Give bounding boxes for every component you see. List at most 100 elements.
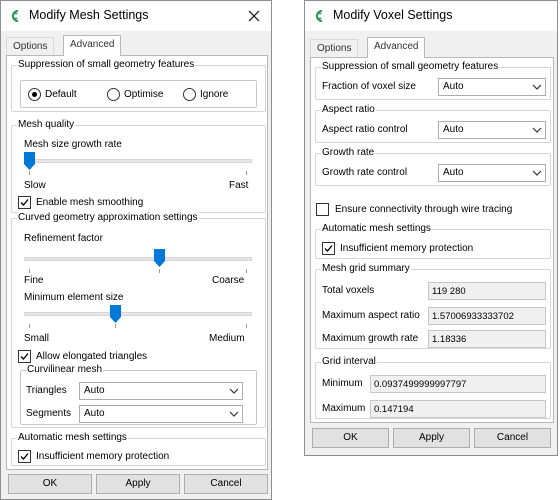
segments-dropdown[interactable]: Auto [79,405,243,423]
aspect-control-dropdown[interactable]: Auto [438,121,546,139]
curved-geometry-group: Curved geometry approximation settings R… [11,212,266,428]
apply-button[interactable]: Apply [96,474,180,494]
tab-advanced[interactable]: Advanced [367,37,426,58]
growth-min-label: Slow [24,180,46,191]
suppression-options-box: Default Optimise Ignore [20,80,257,108]
mesh-quality-title: Mesh quality [17,119,76,130]
dialog-title: Modify Mesh Settings [29,8,149,22]
chevron-down-icon [229,411,239,417]
insufficient-memory-checkbox[interactable] [322,242,335,255]
radio-optimise[interactable] [107,88,120,101]
min-element-slider-track[interactable] [24,312,252,316]
growth-rate-tick-max [246,171,247,175]
smoothing-label: Enable mesh smoothing [36,197,144,208]
max-aspect-value: 1.57006933333702 [432,311,514,322]
elongated-label: Allow elongated triangles [36,351,148,362]
max-growth-value: 1.18336 [432,334,467,345]
min-element-min-label: Small [24,333,50,344]
modify-mesh-settings-dialog: Modify Mesh Settings Options Advanced Su… [0,0,272,500]
cancel-button[interactable]: Cancel [474,428,551,448]
chevron-down-icon [532,84,542,90]
insufficient-memory-label: Insufficient memory protection [340,243,474,254]
radio-default[interactable] [28,88,41,101]
grid-interval-title: Grid interval [321,356,377,367]
close-icon[interactable] [243,5,265,27]
refinement-min-label: Fine [24,275,44,286]
growth-rate-slider-thumb[interactable] [24,152,35,170]
app-icon [315,9,323,23]
refinement-tick-min [29,269,30,273]
minimum-value: 0.0937499999997797 [374,379,467,390]
cancel-button[interactable]: Cancel [184,474,268,494]
refinement-tick-mid [159,269,160,273]
growth-control-value: Auto [443,167,464,178]
titlebar: Modify Voxel Settings [305,1,557,31]
refinement-slider-thumb[interactable] [154,249,165,267]
tab-options[interactable]: Options [310,39,359,58]
auto-mesh-group: Automatic mesh settings Insufficient mem… [315,223,551,259]
auto-mesh-group: Automatic mesh settings Insufficient mem… [11,432,266,466]
min-element-slider-thumb[interactable] [110,305,121,323]
tab-advanced[interactable]: Advanced [63,35,122,56]
insufficient-memory-checkbox[interactable] [18,450,31,463]
fraction-dropdown[interactable]: Auto [438,78,546,96]
maximum-field: 0.147194 [370,400,546,418]
min-element-tick-mid [115,324,116,328]
growth-rate-group: Growth rate Growth rate control Auto [315,147,551,186]
total-voxels-label: Total voxels [322,285,375,296]
triangles-value: Auto [84,385,105,396]
max-growth-field: 1.18336 [428,330,546,348]
ok-button[interactable]: OK [312,428,389,448]
elongated-checkbox[interactable] [18,350,31,363]
app-icon [11,9,19,23]
suppression-title: Suppression of small geometry features [17,59,196,70]
suppression-group: Suppression of small geometry features D… [11,59,266,112]
aspect-control-value: Auto [443,124,464,135]
growth-control-label: Growth rate control [322,167,408,178]
mesh-grid-summary-group: Mesh grid summary Total voxels 119 280 M… [315,263,551,349]
growth-rate-tick-min [29,171,30,175]
min-element-tick-max [246,324,247,328]
growth-control-dropdown[interactable]: Auto [438,164,546,182]
tab-options[interactable]: Options [6,37,55,56]
total-voxels-field: 119 280 [428,282,546,300]
max-growth-label: Maximum growth rate [322,333,419,344]
titlebar: Modify Mesh Settings [1,1,271,31]
ok-button[interactable]: OK [8,474,92,494]
suppression-group: Suppression of small geometry features F… [315,61,551,100]
mesh-grid-summary-title: Mesh grid summary [321,263,411,274]
insufficient-memory-label: Insufficient memory protection [36,451,170,462]
auto-mesh-title: Automatic mesh settings [17,432,128,443]
advanced-panel: Suppression of small geometry features D… [6,55,268,470]
refinement-slider-track[interactable] [24,257,252,261]
growth-rate-slider-track[interactable] [24,159,252,163]
growth-rate-title: Growth rate [321,147,376,158]
segments-value: Auto [84,408,105,419]
auto-mesh-title: Automatic mesh settings [321,223,432,234]
modify-voxel-settings-dialog: Modify Voxel Settings Options Advanced S… [304,0,558,456]
aspect-ratio-title: Aspect ratio [321,104,376,115]
apply-button[interactable]: Apply [393,428,470,448]
smoothing-checkbox[interactable] [18,196,31,209]
curvilinear-group: Curvilinear mesh Triangles Auto Segments… [20,364,257,425]
total-voxels-value: 119 280 [432,286,466,297]
radio-ignore-label: Ignore [200,89,229,100]
curvilinear-title: Curvilinear mesh [26,364,104,375]
chevron-down-icon [532,170,542,176]
check-icon [20,199,29,206]
radio-default-label: Default [45,89,77,100]
chevron-down-icon [532,127,542,133]
min-element-max-label: Medium [209,333,245,344]
max-aspect-field: 1.57006933333702 [428,307,546,325]
min-element-label: Minimum element size [24,292,124,303]
connectivity-checkbox[interactable] [316,203,329,216]
advanced-panel: Suppression of small geometry features F… [310,57,554,423]
radio-ignore[interactable] [183,88,196,101]
min-element-tick-min [29,324,30,328]
connectivity-label: Ensure connectivity through wire tracing [335,204,513,215]
aspect-ratio-group: Aspect ratio Aspect ratio control Auto [315,104,551,143]
maximum-value: 0.147194 [374,404,414,415]
segments-label: Segments [26,408,72,419]
triangles-dropdown[interactable]: Auto [79,382,243,400]
aspect-control-label: Aspect ratio control [322,124,408,135]
